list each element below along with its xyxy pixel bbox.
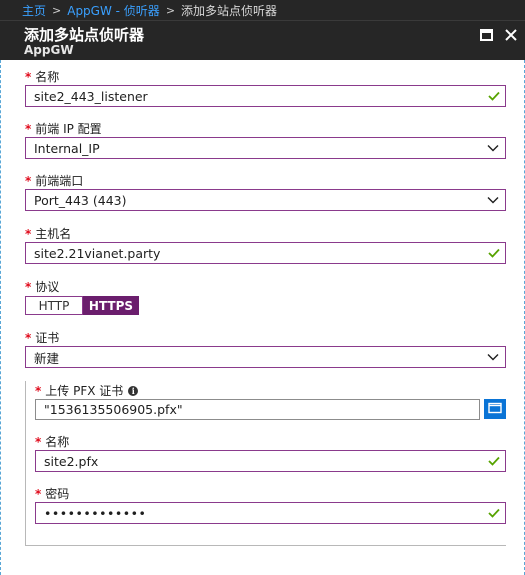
close-icon[interactable]	[503, 27, 519, 43]
page-title: 添加多站点侦听器	[24, 26, 145, 44]
check-icon	[485, 456, 503, 466]
breadcrumb-home-link[interactable]: 主页	[22, 2, 46, 19]
info-icon[interactable]: i	[128, 386, 139, 396]
password-label-text: 密码	[45, 487, 70, 501]
upload-pfx-input-value: "1536135506905.pfx"	[44, 402, 183, 417]
cert-name-input[interactable]: site2.pfx	[35, 450, 506, 472]
name-label: * 名称	[25, 68, 59, 85]
chevron-down-icon[interactable]	[483, 196, 503, 204]
upload-pfx-label: * 上传 PFX 证书 i	[35, 382, 139, 399]
host-name-input-value: site2.21vianet.party	[34, 245, 161, 261]
chevron-right-icon: >	[52, 3, 62, 17]
password-input[interactable]: •••••••••••••	[35, 502, 506, 524]
protocol-option-http[interactable]: HTTP	[25, 296, 83, 315]
required-marker: *	[25, 280, 32, 294]
name-input[interactable]: site2_443_listener	[25, 85, 506, 107]
frontend-ip-label-text: 前端 IP 配置	[35, 122, 102, 136]
certificate-label: * 证书	[25, 329, 59, 346]
check-icon	[485, 91, 503, 101]
name-label-text: 名称	[35, 70, 60, 84]
upload-pfx-label-text: 上传 PFX 证书	[45, 384, 124, 398]
certificate-select-value: 新建	[34, 350, 60, 366]
required-marker: *	[25, 174, 32, 188]
host-name-label: * 主机名	[25, 225, 71, 242]
upload-pfx-input[interactable]: "1536135506905.pfx"	[35, 399, 480, 420]
required-marker: *	[35, 487, 42, 501]
page-subtitle: AppGW	[24, 43, 74, 57]
protocol-label-text: 协议	[35, 280, 60, 294]
password-input-value: •••••••••••••	[44, 505, 147, 521]
frontend-ip-select-value: Internal_IP	[34, 140, 100, 156]
required-marker: *	[35, 384, 42, 398]
certificate-label-text: 证书	[35, 331, 60, 345]
blade-header: 添加多站点侦听器 AppGW	[0, 20, 525, 60]
chevron-right-icon: >	[165, 3, 176, 17]
frontend-port-label: * 前端端口	[25, 172, 83, 189]
chevron-down-icon[interactable]	[483, 353, 503, 361]
check-icon	[485, 248, 503, 258]
host-name-input[interactable]: site2.21vianet.party	[25, 242, 506, 264]
certificate-select[interactable]: 新建	[25, 346, 506, 368]
required-marker: *	[25, 227, 32, 241]
folder-icon	[488, 402, 502, 417]
frontend-port-label-text: 前端端口	[35, 174, 84, 188]
frontend-port-select-value: Port_443 (443)	[34, 192, 127, 208]
breadcrumb-parent-link[interactable]: AppGW - 侦听器	[67, 2, 160, 19]
protocol-label: * 协议	[25, 278, 59, 295]
required-marker: *	[25, 331, 32, 345]
check-icon	[485, 508, 503, 518]
host-name-label-text: 主机名	[35, 227, 72, 241]
maximize-icon[interactable]	[478, 27, 494, 43]
blade-content: * 名称 site2_443_listener * 前端 IP 配置 Interna…	[0, 60, 525, 575]
required-marker: *	[35, 435, 42, 449]
frontend-port-select[interactable]: Port_443 (443)	[25, 189, 506, 211]
protocol-option-https[interactable]: HTTPS	[83, 296, 139, 315]
cert-name-label-text: 名称	[45, 435, 70, 449]
cert-name-label: * 名称	[35, 433, 69, 450]
breadcrumb-current: 添加多站点侦听器	[181, 3, 278, 18]
cert-name-input-value: site2.pfx	[44, 453, 99, 469]
name-input-value: site2_443_listener	[34, 88, 148, 104]
protocol-toggle: HTTP HTTPS	[25, 296, 139, 315]
required-marker: *	[25, 122, 32, 136]
password-label: * 密码	[35, 485, 69, 502]
required-marker: *	[25, 70, 32, 84]
frontend-ip-label: * 前端 IP 配置	[25, 120, 102, 137]
browse-folder-button[interactable]	[484, 399, 506, 419]
breadcrumb: 主页 > AppGW - 侦听器 > 添加多站点侦听器	[0, 0, 525, 20]
frontend-ip-select[interactable]: Internal_IP	[25, 137, 506, 159]
chevron-down-icon[interactable]	[483, 144, 503, 152]
